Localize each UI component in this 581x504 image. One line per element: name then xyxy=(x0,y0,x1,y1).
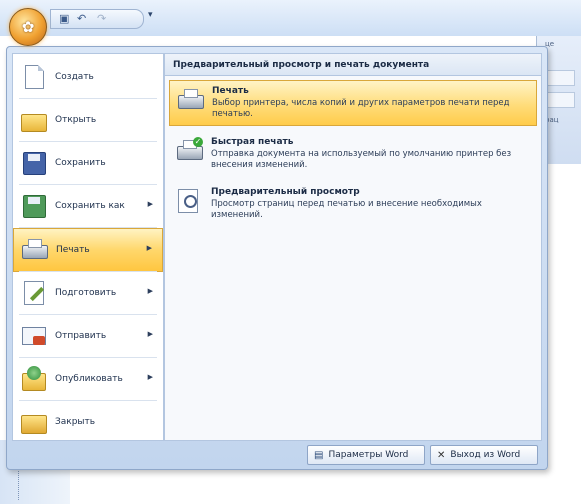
menu-item-label: Закрыть xyxy=(55,417,96,427)
printer-icon xyxy=(20,236,48,264)
menu-item-label: Открыть xyxy=(55,115,97,125)
print-submenu-panel: Предварительный просмотр и печать докуме… xyxy=(164,53,542,441)
option-description: Просмотр страниц перед печатью и внесени… xyxy=(211,199,482,220)
option-print[interactable]: Печать Выбор принтера, числа копий и дру… xyxy=(169,80,537,126)
menu-item-save-as[interactable]: Сохранить как ▶ xyxy=(13,185,163,227)
exit-word-button[interactable]: ✕ Выход из Word xyxy=(430,445,538,465)
menu-item-send[interactable]: Отправить ▶ xyxy=(13,315,163,357)
exit-word-label: Выход из Word xyxy=(450,450,521,460)
submenu-arrow-icon: ▶ xyxy=(147,287,153,295)
option-title: Печать xyxy=(212,86,249,96)
save-icon[interactable]: ▣ xyxy=(59,12,69,25)
redo-icon[interactable]: ↷ xyxy=(97,12,106,25)
option-description: Отправка документа на используемый по ум… xyxy=(211,149,512,170)
save-icon xyxy=(19,149,47,177)
menu-item-label: Сохранить xyxy=(55,158,106,168)
option-description: Выбор принтера, числа копий и других пар… xyxy=(212,98,510,119)
menu-item-open[interactable]: Открыть xyxy=(13,99,163,141)
prepare-icon xyxy=(19,279,47,307)
close-folder-icon xyxy=(19,408,47,436)
word-options-button[interactable]: ▤ Параметры Word xyxy=(307,445,425,465)
quick-access-toolbar: ▣ ↶ ↷ xyxy=(50,9,144,29)
option-title: Предварительный просмотр xyxy=(211,187,360,197)
menu-item-prepare[interactable]: Подготовить ▶ xyxy=(13,272,163,314)
undo-icon[interactable]: ↶ xyxy=(77,12,86,25)
office-logo-icon: ✿ xyxy=(21,18,35,36)
word-options-label: Параметры Word xyxy=(328,450,409,460)
new-document-icon xyxy=(19,63,47,91)
print-preview-icon xyxy=(175,187,203,215)
menu-item-save[interactable]: Сохранить xyxy=(13,142,163,184)
submenu-arrow-icon: ▶ xyxy=(147,373,153,381)
menu-item-label: Подготовить xyxy=(55,288,117,298)
option-title: Быстрая печать xyxy=(211,137,294,147)
submenu-arrow-icon: ▶ xyxy=(147,330,153,338)
options-icon: ▤ xyxy=(314,449,324,461)
panel-title: Предварительный просмотр и печать докуме… xyxy=(165,54,541,76)
menu-item-label: Сохранить как xyxy=(55,201,125,211)
publish-icon xyxy=(19,365,47,393)
save-as-icon xyxy=(19,192,47,220)
menu-item-new[interactable]: Создать xyxy=(13,56,163,98)
menu-item-label: Опубликовать xyxy=(55,374,123,384)
menu-item-print[interactable]: Печать ▶ xyxy=(13,228,163,272)
open-folder-icon xyxy=(19,106,47,134)
menu-command-list: Создать Открыть Сохранить Сохранить как … xyxy=(12,53,164,441)
submenu-arrow-icon: ▶ xyxy=(146,244,152,252)
menu-item-label: Создать xyxy=(55,72,94,82)
quick-print-icon: ✓ xyxy=(175,137,203,165)
option-print-preview[interactable]: Предварительный просмотр Просмотр страни… xyxy=(169,182,537,226)
office-button[interactable]: ✿ xyxy=(9,8,47,46)
menu-item-publish[interactable]: Опубликовать ▶ xyxy=(13,358,163,400)
menu-item-close[interactable]: Закрыть xyxy=(13,401,163,443)
menu-item-label: Печать xyxy=(56,245,90,255)
submenu-arrow-icon: ▶ xyxy=(147,200,153,208)
dropdown-arrow-icon[interactable]: ▾ xyxy=(148,10,153,20)
close-icon: ✕ xyxy=(437,449,446,461)
send-icon xyxy=(19,322,47,350)
printer-icon xyxy=(176,86,204,114)
option-quick-print[interactable]: ✓ Быстрая печать Отправка документа на и… xyxy=(169,132,537,176)
menu-item-label: Отправить xyxy=(55,331,107,341)
